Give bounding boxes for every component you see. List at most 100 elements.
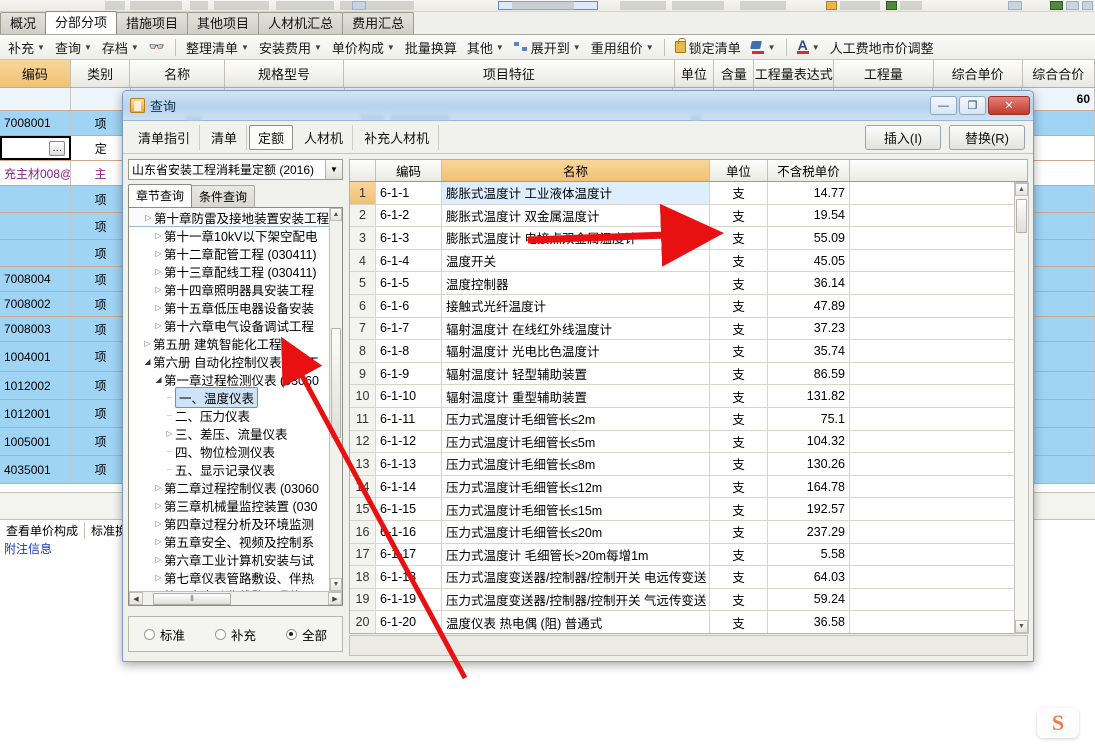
result-cell[interactable]: 1 xyxy=(350,182,376,204)
tree-node[interactable]: ▷ 第十四章照明器具安装工程 xyxy=(129,280,329,298)
close-button[interactable]: ✕ xyxy=(988,96,1030,115)
table-cell[interactable]: 充主材008@1 xyxy=(0,161,71,185)
toolbar-cundang[interactable]: 存档 ▼ xyxy=(98,37,143,58)
main-tab-bar[interactable]: 概况 分部分项 措施项目 其他项目 人材机汇总 费用汇总 xyxy=(0,11,1095,35)
result-cell[interactable]: 45.05 xyxy=(768,249,850,272)
sub-tab-tiaojianchaxun[interactable]: 条件查询 xyxy=(191,185,256,207)
result-cell[interactable]: 6-1-13 xyxy=(376,453,442,475)
result-cell[interactable]: 接触式光纤温度计 xyxy=(442,294,710,317)
result-row[interactable]: 18 6-1-18 压力式温度变送器/控制器/控制开关 电远传变送支 64.03 xyxy=(350,566,1027,589)
result-cell[interactable]: 35.74 xyxy=(768,340,850,362)
result-cell[interactable]: 13 xyxy=(350,453,376,475)
result-table-body[interactable]: 1 6-1-1 膨胀式温度计 工业液体温度计支 14.77 2 6-1-2 膨胀式温度计 双… xyxy=(349,182,1028,634)
tree-node[interactable]: ─ 五、显示记录仪表 xyxy=(129,460,329,478)
tab-qitaxiangmu[interactable]: 其他项目 xyxy=(187,12,260,34)
chevron-collapsed-icon[interactable]: ▷ xyxy=(153,573,164,582)
result-cell[interactable]: 59.24 xyxy=(768,588,850,611)
result-cell[interactable]: 86.59 xyxy=(768,362,850,385)
insert-button[interactable]: 插入(I) xyxy=(865,125,941,150)
tree-vertical-scrollbar[interactable]: ▲ ▼ xyxy=(329,208,342,591)
chevron-collapsed-icon[interactable]: ▷ xyxy=(153,483,164,492)
tree-node[interactable]: ▷ 第十六章电气设备调试工程 xyxy=(129,316,329,334)
scroll-down-icon[interactable]: ▼ xyxy=(330,578,342,591)
tree-node[interactable]: ─ 二、压力仪表 xyxy=(129,406,329,424)
filter-supplement[interactable]: 补充 xyxy=(214,625,256,644)
result-vertical-scrollbar[interactable]: ▲ ▼ xyxy=(1014,182,1029,634)
chevron-collapsed-icon[interactable]: ▷ xyxy=(153,249,164,258)
dialog-tab-rencaiji[interactable]: 人材机 xyxy=(295,124,354,150)
result-cell[interactable]: 支 xyxy=(710,227,768,249)
table-cell[interactable] xyxy=(0,186,71,212)
toolbar-find[interactable]: 👓 xyxy=(145,38,169,56)
table-cell[interactable]: 7008003 xyxy=(0,317,71,341)
result-cell[interactable]: 支 xyxy=(710,498,768,520)
result-cell[interactable]: 支 xyxy=(710,543,768,566)
result-cell[interactable]: 6-1-15 xyxy=(376,498,442,520)
col-header-total[interactable]: 综合合价 xyxy=(1023,60,1095,87)
result-cell[interactable]: 6-1-7 xyxy=(376,317,442,340)
result-cell[interactable]: 膨胀式温度计 电接点双金属温度计 xyxy=(442,227,710,249)
result-row[interactable]: 6 6-1-6 接触式光纤温度计支 47.89 xyxy=(350,294,1027,318)
result-cell[interactable]: 2 xyxy=(350,204,376,227)
scroll-right-icon[interactable]: ▶ xyxy=(328,592,342,605)
tab-rencaijihuizong[interactable]: 人材机汇总 xyxy=(258,12,344,34)
chevron-collapsed-icon[interactable]: ▷ xyxy=(143,213,154,222)
dialog-tab-dinge[interactable]: 定额 xyxy=(249,124,294,150)
result-cell[interactable]: 11 xyxy=(350,407,376,430)
result-cell[interactable]: 3 xyxy=(350,227,376,249)
annotation-info-link[interactable]: 附注信息 xyxy=(4,540,52,557)
result-col-price[interactable]: 不含税单价 xyxy=(768,160,850,181)
result-cell[interactable]: 辐射温度计 重型辅助装置 xyxy=(442,385,710,407)
result-cell[interactable]: 辐射温度计 光电比色温度计 xyxy=(442,340,710,362)
result-cell[interactable]: 支 xyxy=(710,407,768,430)
col-header-content[interactable]: 含量 xyxy=(714,60,755,87)
tab-cuoshixiangmu[interactable]: 措施项目 xyxy=(116,12,189,34)
result-cell[interactable]: 164.78 xyxy=(768,475,850,498)
toolbar-buchong[interactable]: 补充 ▼ xyxy=(4,37,49,58)
result-row[interactable]: 19 6-1-19 压力式温度变送器/控制器/控制开关 气远传变送支 59.24 xyxy=(350,588,1027,612)
result-row[interactable]: 2 6-1-2 膨胀式温度计 双金属温度计支 19.54 xyxy=(350,204,1027,228)
scroll-up-icon[interactable]: ▲ xyxy=(1015,183,1028,196)
result-row[interactable]: 3 6-1-3 膨胀式温度计 电接点双金属温度计支 55.09 xyxy=(350,227,1027,250)
result-cell[interactable]: 14 xyxy=(350,475,376,498)
result-cell[interactable]: 75.1 xyxy=(768,407,850,430)
result-cell[interactable]: 支 xyxy=(710,385,768,407)
result-row[interactable]: 8 6-1-8 辐射温度计 光电比色温度计支 35.74 xyxy=(350,340,1027,363)
result-cell[interactable]: 支 xyxy=(710,611,768,633)
chevron-expanded-icon[interactable]: ◢ xyxy=(153,375,164,384)
result-cell[interactable]: 19 xyxy=(350,588,376,611)
tree-node[interactable]: ▷ 第三章机械量监控装置 (030 xyxy=(129,496,329,514)
tree-hscroll-thumb[interactable]: ⦀ xyxy=(153,592,231,605)
tab-fenbufenxiang[interactable]: 分部分项 xyxy=(45,11,118,34)
result-cell[interactable]: 17 xyxy=(350,543,376,566)
chevron-collapsed-icon[interactable]: ▷ xyxy=(153,537,164,546)
tree-node[interactable]: ▷ 第十一章10kV以下架空配电 xyxy=(129,226,329,244)
result-cell[interactable]: 6 xyxy=(350,294,376,317)
replace-button[interactable]: 替换(R) xyxy=(949,125,1025,150)
result-cell[interactable]: 6-1-17 xyxy=(376,543,442,566)
tab-feiyonghuizong[interactable]: 费用汇总 xyxy=(342,12,415,34)
result-cell[interactable]: 55.09 xyxy=(768,227,850,249)
table-cell[interactable]: 1012002 xyxy=(0,372,71,399)
result-cell[interactable]: 支 xyxy=(710,204,768,227)
dialog-tab-qingdanzhiyin[interactable]: 清单指引 xyxy=(129,124,201,150)
result-row[interactable]: 4 6-1-4 温度开关支 45.05 xyxy=(350,249,1027,273)
query-dialog[interactable]: 查询 — ❐ ✕ 清单指引 清单 定额 人材机 补充人材机 插入(I) 替换(R… xyxy=(122,90,1034,662)
chevron-collapsed-icon[interactable]: ▷ xyxy=(153,231,164,240)
cell-ellipsis-button[interactable]: … xyxy=(49,140,66,156)
library-select[interactable]: 山东省安装工程消耗量定额 (2016) ▼ xyxy=(128,159,343,180)
col-header-spec[interactable]: 规格型号 xyxy=(225,60,345,87)
result-cell[interactable]: 支 xyxy=(710,249,768,272)
chevron-collapsed-icon[interactable]: ▷ xyxy=(153,555,164,564)
result-cell[interactable]: 5.58 xyxy=(768,543,850,566)
result-cell[interactable]: 6-1-9 xyxy=(376,362,442,385)
col-header-unitprice[interactable]: 综合单价 xyxy=(934,60,1023,87)
table-cell[interactable]: 4035001 xyxy=(0,456,71,483)
result-cell[interactable]: 支 xyxy=(710,182,768,204)
tree-node[interactable]: ▷ 第十章防雷及接地装置安装工程 xyxy=(129,208,329,227)
result-cell[interactable]: 压力式温度计 毛细管长>20m每增1m xyxy=(442,543,710,566)
result-col-name[interactable]: 名称 xyxy=(442,160,710,181)
result-cell[interactable]: 支 xyxy=(710,430,768,453)
window-controls[interactable]: — ❐ ✕ xyxy=(930,96,1030,115)
table-cell[interactable] xyxy=(0,213,71,239)
